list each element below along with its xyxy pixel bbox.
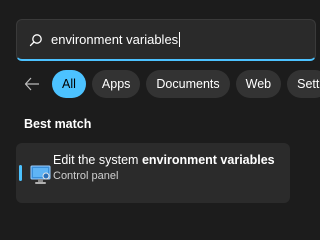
selection-indicator [19, 165, 22, 181]
search-query-text: environment variables [51, 32, 179, 47]
result-title-prefix: Edit the system [53, 153, 142, 167]
search-icon [29, 33, 43, 47]
filter-chip-all[interactable]: All [52, 70, 86, 98]
arrow-left-icon[interactable] [24, 76, 40, 92]
filter-chip-web[interactable]: Web [235, 70, 282, 98]
best-match-result[interactable]: Edit the system environment variables Co… [16, 143, 290, 203]
search-bar[interactable]: environment variables [16, 19, 316, 61]
text-caret [179, 32, 181, 47]
best-match-heading: Best match [24, 117, 92, 131]
filter-bar: All Apps Documents Web Sett [24, 70, 320, 98]
result-subtitle: Control panel [53, 170, 119, 182]
search-input[interactable]: environment variables [51, 32, 181, 47]
result-title: Edit the system environment variables [53, 152, 283, 168]
result-title-keyword: environment variables [141, 153, 275, 167]
filter-chip-documents[interactable]: Documents [146, 70, 230, 98]
filter-chip-settings[interactable]: Sett [287, 70, 320, 98]
filter-chip-apps[interactable]: Apps [91, 70, 141, 98]
monitor-settings-icon [30, 165, 52, 185]
result-text: Edit the system environment variables Co… [53, 152, 283, 184]
